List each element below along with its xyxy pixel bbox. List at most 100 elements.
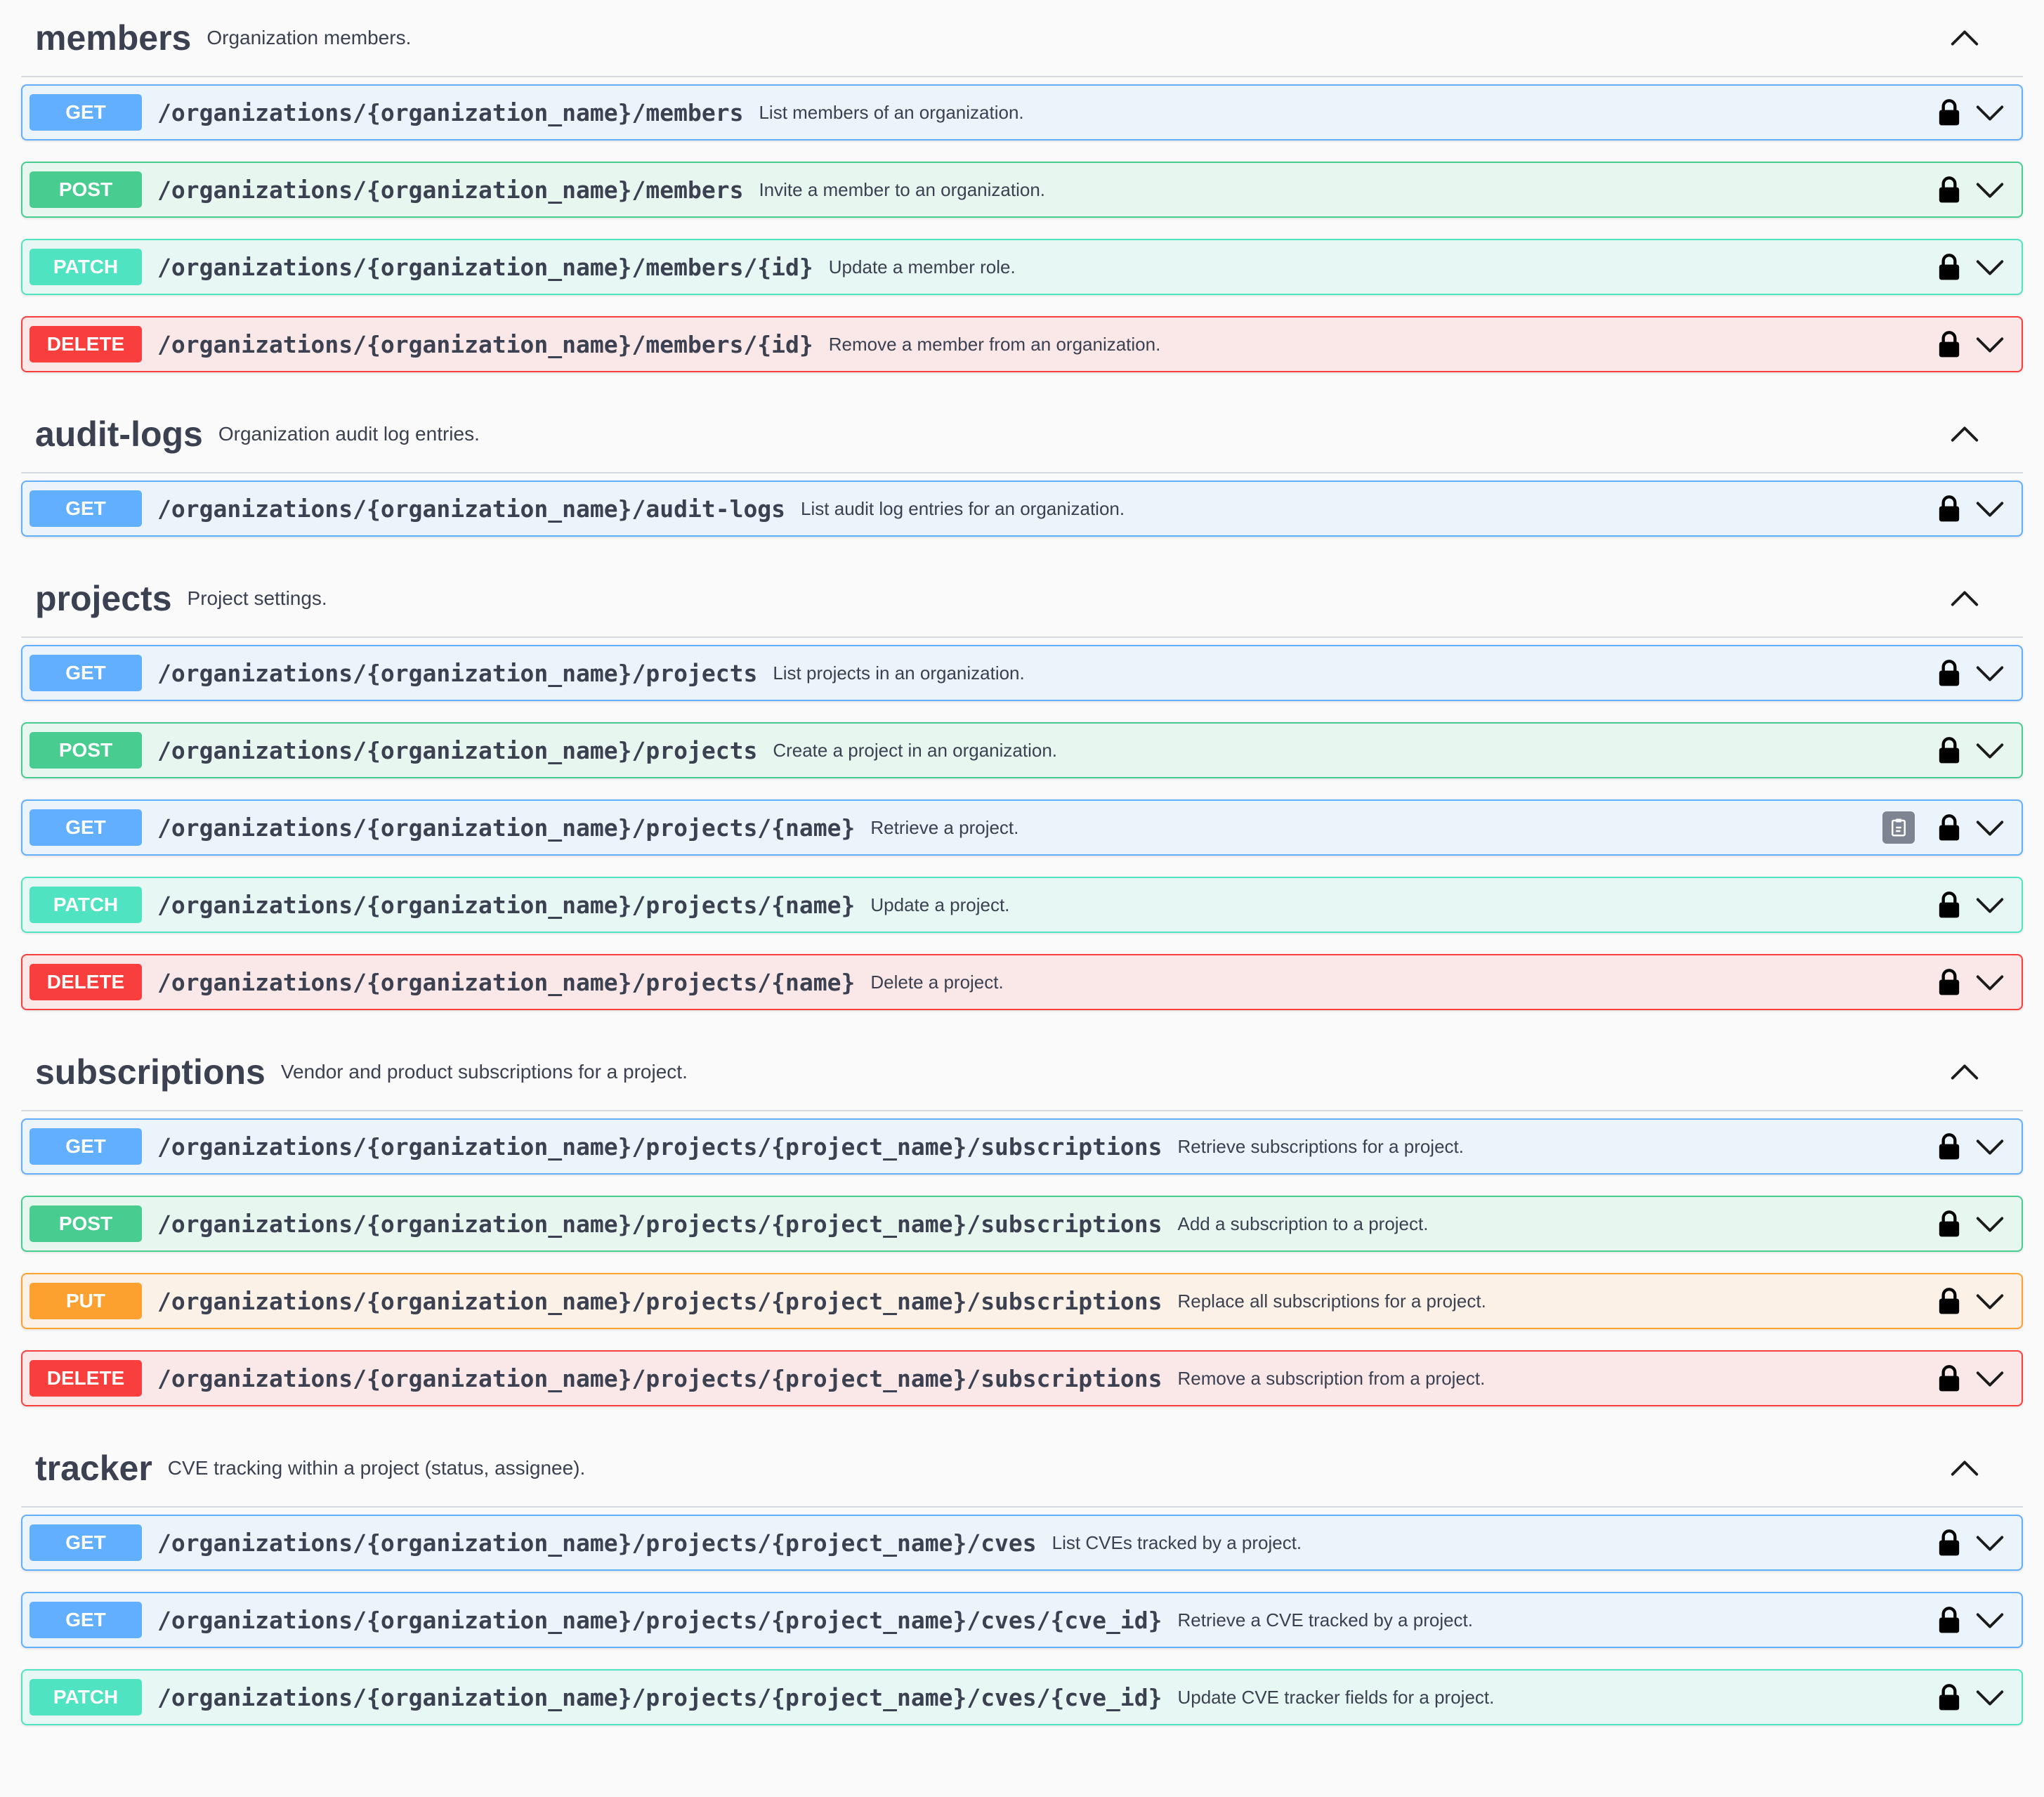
tag-header[interactable]: audit-logs Organization audit log entries… [21,396,2023,473]
operation-path: /organizations/{organization_name}/proje… [157,813,856,842]
operation-row[interactable]: PATCH/organizations/{organization_name}/… [21,877,2023,933]
method-badge: POST [30,732,142,769]
operation-row[interactable]: GET/organizations/{organization_name}/pr… [21,1515,2023,1571]
tag-description: Organization audit log entries. [218,423,480,445]
operation-summary: Delete a project. [870,971,1004,993]
chevron-down-icon[interactable] [1974,174,2006,206]
operation-row[interactable]: POST/organizations/{organization_name}/p… [21,722,2023,778]
chevron-down-icon[interactable] [1974,251,2006,283]
method-badge: POST [30,1205,142,1242]
operation-row[interactable]: GET/organizations/{organization_name}/pr… [21,645,2023,701]
tag-section-tracker: tracker CVE tracking within a project (st… [0,1430,2044,1725]
lock-icon[interactable] [1937,736,1961,764]
operation-summary: Update a project. [870,894,1010,915]
chevron-down-icon[interactable] [1974,1604,2006,1636]
operation-path: /organizations/{organization_name}/proje… [157,736,758,764]
chevron-down-icon[interactable] [1974,1527,2006,1559]
chevron-up-icon[interactable] [1948,419,1981,451]
operations-list: GET/organizations/{organization_name}/pr… [0,1111,2044,1406]
operation-row[interactable]: PATCH/organizations/{organization_name}/… [21,1669,2023,1725]
lock-icon[interactable] [1937,813,1961,842]
operation-row[interactable]: DELETE/organizations/{organization_name}… [21,316,2023,372]
tag-description: Vendor and product subscriptions for a p… [280,1061,688,1083]
chevron-up-icon[interactable] [1948,22,1981,55]
chevron-down-icon[interactable] [1974,734,2006,766]
method-badge: GET [30,1602,142,1638]
tag-header[interactable]: members Organization members. [21,0,2023,77]
lock-icon[interactable] [1937,659,1961,687]
tag-header[interactable]: projects Project settings. [21,561,2023,638]
section-toggle-button[interactable] [1948,419,1981,451]
lock-icon[interactable] [1937,1529,1961,1557]
chevron-down-icon[interactable] [1974,889,2006,921]
operation-summary: Invite a member to an organization. [759,178,1046,200]
lock-icon[interactable] [1937,1132,1961,1161]
tag-description: Organization members. [207,27,412,48]
method-badge: PATCH [30,249,142,285]
chevron-up-icon[interactable] [1948,583,1981,615]
operation-row[interactable]: POST/organizations/{organization_name}/m… [21,162,2023,218]
operation-row[interactable]: DELETE/organizations/{organization_name}… [21,1350,2023,1406]
section-toggle-button[interactable] [1948,22,1981,55]
operation-row[interactable]: PATCH/organizations/{organization_name}/… [21,239,2023,295]
operation-row[interactable]: GET/organizations/{organization_name}/pr… [21,1592,2023,1648]
lock-icon[interactable] [1937,1683,1961,1711]
chevron-down-icon[interactable] [1974,1208,2006,1240]
chevron-down-icon[interactable] [1974,811,2006,844]
lock-icon[interactable] [1937,98,1961,126]
copy-path-button[interactable] [1882,811,1915,844]
operation-path: /organizations/{organization_name}/audit… [157,495,786,523]
lock-icon[interactable] [1937,253,1961,281]
chevron-down-icon[interactable] [1974,966,2006,998]
chevron-down-icon[interactable] [1974,1681,2006,1713]
section-toggle-button[interactable] [1948,1453,1981,1485]
chevron-down-icon[interactable] [1974,1362,2006,1394]
lock-icon[interactable] [1937,330,1961,358]
operation-row[interactable]: PUT/organizations/{organization_name}/pr… [21,1273,2023,1329]
operation-row[interactable]: GET/organizations/{organization_name}/pr… [21,1118,2023,1175]
operation-row[interactable]: GET/organizations/{organization_name}/pr… [21,799,2023,856]
lock-icon[interactable] [1937,1210,1961,1238]
chevron-down-icon[interactable] [1974,492,2006,525]
operation-path: /organizations/{organization_name}/proje… [157,1364,1162,1392]
tag-header[interactable]: tracker CVE tracking within a project (st… [21,1430,2023,1508]
operation-summary: List members of an organization. [759,101,1024,123]
operation-path: /organizations/{organization_name}/proje… [157,1606,1162,1634]
lock-icon[interactable] [1937,1364,1961,1392]
chevron-up-icon[interactable] [1948,1057,1981,1089]
chevron-down-icon[interactable] [1974,96,2006,129]
lock-icon[interactable] [1937,1287,1961,1315]
tag-name: audit-logs [35,414,203,454]
operation-controls [1937,318,2006,371]
lock-icon[interactable] [1937,891,1961,919]
lock-icon[interactable] [1937,1606,1961,1634]
chevron-up-icon[interactable] [1948,1453,1981,1485]
operation-row[interactable]: POST/organizations/{organization_name}/p… [21,1196,2023,1252]
tag-name: subscriptions [35,1052,266,1092]
operation-controls [1937,878,2006,932]
operation-row[interactable]: GET/organizations/{organization_name}/au… [21,481,2023,537]
operation-summary: Remove a member from an organization. [828,333,1161,355]
operation-summary: Replace all subscriptions for a project. [1177,1290,1486,1312]
chevron-down-icon[interactable] [1974,1130,2006,1163]
operation-summary: Update a member role. [828,256,1016,277]
operation-summary: List audit log entries for an organizati… [801,497,1125,519]
operation-controls [1937,1352,2006,1405]
lock-icon[interactable] [1937,495,1961,523]
chevron-down-icon[interactable] [1974,657,2006,689]
operation-controls [1937,646,2006,700]
tag-section-audit-logs: audit-logs Organization audit log entries… [0,396,2044,537]
chevron-down-icon[interactable] [1974,1285,2006,1317]
operation-row[interactable]: GET/organizations/{organization_name}/me… [21,84,2023,141]
operation-path: /organizations/{organization_name}/proje… [157,1683,1162,1711]
tag-header[interactable]: subscriptions Vendor and product subscrip… [21,1034,2023,1111]
operation-controls [1937,1197,2006,1250]
operation-row[interactable]: DELETE/organizations/{organization_name}… [21,954,2023,1010]
lock-icon[interactable] [1937,176,1961,204]
section-toggle-button[interactable] [1948,1057,1981,1089]
chevron-down-icon[interactable] [1974,328,2006,360]
operation-controls [1937,1516,2006,1569]
lock-icon[interactable] [1937,968,1961,996]
section-toggle-button[interactable] [1948,583,1981,615]
